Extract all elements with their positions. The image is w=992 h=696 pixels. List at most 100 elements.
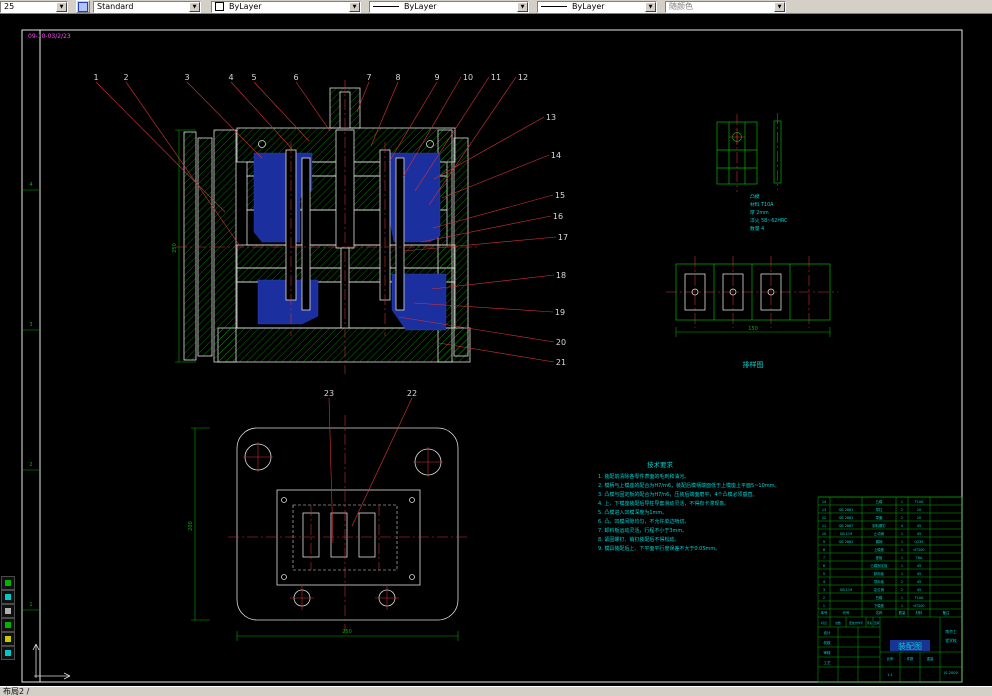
drawing-canvas[interactable]: 4 3 2 1 09-10-03/2/23 250 200 250 凸模 材料 …: [0, 14, 992, 686]
chevron-down-icon[interactable]: ▼: [56, 1, 67, 12]
zone-label: 1: [29, 602, 32, 608]
bom-cell: 45: [917, 524, 921, 528]
tech-req-line: 8. 紧固螺钉、销钉装配后不得松动。: [598, 536, 679, 543]
change-label: 处数: [835, 621, 841, 625]
bom-cell: 1: [901, 556, 903, 560]
dim-lower-width: 250: [342, 629, 352, 635]
bom-cell: GB 119: [840, 588, 853, 592]
bom-cell: 导柱: [876, 507, 883, 512]
dim-strip-width: 150: [748, 326, 758, 332]
bom-cell: 凸模固定板: [871, 563, 889, 568]
drawing-number: JS-2000: [943, 671, 958, 675]
color-icon: [5, 594, 11, 600]
scale-label: 比例: [887, 656, 894, 661]
bom-cell: 45: [917, 564, 921, 568]
side-toolbar-layer-icon[interactable]: [1, 576, 15, 590]
bom-header: 备注: [943, 610, 950, 615]
change-label: 更改文件号: [849, 621, 863, 625]
bom-cell: 下模座: [874, 603, 885, 608]
callout-1: 1: [93, 73, 98, 82]
layout-tab[interactable]: 布局2 /: [3, 687, 29, 696]
chevron-down-icon[interactable]: ▼: [774, 1, 785, 12]
bom-cell: 2: [823, 596, 825, 600]
lineweight-combo[interactable]: ByLayer ▼: [537, 0, 657, 13]
leader-line: [295, 81, 331, 132]
callout-12: 12: [518, 73, 528, 82]
bom-cell: 导套: [876, 515, 883, 520]
strip-layout-view: 150 排样图: [666, 256, 838, 369]
side-toolbar-linetype-icon[interactable]: [1, 604, 15, 618]
bom-cell: 定位销: [874, 587, 885, 592]
top-toolbar: 25 ▼ Standard ▼ ByLayer ▼ ByLayer ▼ ByLa…: [0, 0, 992, 14]
bom-cell: 8: [823, 548, 825, 552]
role-label: 工艺: [823, 660, 831, 665]
bom-cell: 12: [822, 516, 826, 520]
bom-cell: GB 2861: [839, 516, 854, 520]
chevron-down-icon[interactable]: ▼: [517, 1, 528, 12]
bom-cell: 45: [917, 532, 921, 536]
school-name: 南京工: [945, 629, 957, 634]
status-bar: 布局2 /: [0, 686, 992, 696]
side-toolbar-color-icon[interactable]: [1, 590, 15, 604]
ucs-icon: [32, 643, 71, 680]
chevron-down-icon[interactable]: ▼: [189, 1, 200, 12]
text-style-combo[interactable]: Standard ▼: [93, 0, 201, 13]
bom-cell: 20: [917, 516, 921, 520]
text-style-value: Standard: [97, 1, 134, 11]
bom-cell: 1: [901, 548, 903, 552]
chevron-down-icon[interactable]: ▼: [349, 1, 360, 12]
side-toolbar-osnap-icon[interactable]: [1, 618, 15, 632]
side-toolbar-grid-icon[interactable]: [1, 632, 15, 646]
linetype-combo[interactable]: ByLayer ▼: [369, 0, 529, 13]
bom-cell: 模柄: [876, 539, 883, 544]
callout-13: 13: [546, 113, 556, 122]
linetype-icon: [5, 608, 11, 614]
bom-table: 序号 代号 名称 数量 材料 备注 1 下模座 1 HT200 2 凹模 1 T10A 3 GB 119 定位销…: [818, 496, 962, 618]
bom-cell: 2: [901, 508, 903, 512]
detail-note: 凸模: [750, 193, 760, 200]
bom-cell: 45: [917, 572, 921, 576]
bom-cell: GB 2861: [839, 508, 854, 512]
text-style-button[interactable]: [76, 0, 90, 13]
chevron-down-icon[interactable]: ▼: [645, 1, 656, 12]
bom-cell: GB 2867: [839, 524, 854, 528]
detail-note: 数量 4: [750, 225, 764, 232]
zoom-combo[interactable]: 25 ▼: [0, 0, 68, 13]
bom-cell: 45: [917, 580, 921, 584]
callout-7: 7: [366, 73, 371, 82]
callout-6: 6: [293, 73, 298, 82]
bom-cell: 2: [901, 588, 903, 592]
detail-note: 淬火 58~62HRC: [750, 217, 788, 224]
change-label: 日期: [874, 621, 880, 625]
bom-cell: 凸模: [876, 499, 883, 504]
linetype-sample-icon: [373, 6, 399, 7]
bom-cell: 10: [822, 532, 826, 536]
bom-cell: 凹模: [876, 595, 883, 600]
bom-cell: 4: [823, 580, 825, 584]
side-toolbar-ucs-icon[interactable]: [1, 646, 15, 660]
bom-cell: HT200: [913, 604, 924, 608]
lineweight-value: ByLayer: [572, 1, 605, 11]
tech-requirements: 技术要求 1. 装配前清除各零件表面的毛刺和油污。 2. 模柄与上模座的配合为H…: [598, 460, 780, 552]
bom-cell: HT200: [913, 548, 924, 552]
bom-cell: 13: [822, 508, 826, 512]
callout-9: 9: [434, 73, 439, 82]
callout-23: 23: [324, 389, 334, 398]
bom-cell: GB 119: [840, 532, 853, 536]
school-cell: 南京工程学校: [945, 629, 957, 643]
detail-note: 材料 T10A: [750, 201, 774, 208]
drawing-area[interactable]: 4 3 2 1 09-10-03/2/23 250 200 250 凸模 材料 …: [0, 14, 992, 686]
color-value: ByLayer: [229, 1, 262, 11]
dim-main-height: 250: [172, 243, 178, 253]
ucs-icon: [5, 650, 11, 656]
change-label: 签名: [867, 621, 873, 625]
bom-cell: 卸料板: [874, 571, 885, 576]
bom-header: 序号: [821, 610, 828, 615]
tech-req-line: 4. 上、下模座装配后导柱导套滑动灵活，不得有卡滞现象。: [598, 500, 729, 507]
callout-8: 8: [395, 73, 400, 82]
color-combo[interactable]: ByLayer ▼: [211, 0, 361, 13]
callout-3: 3: [184, 73, 189, 82]
bom-cell: T10A: [914, 500, 924, 504]
bom-cell: 1: [901, 564, 903, 568]
plot-style-combo[interactable]: 随颜色 ▼: [665, 0, 786, 13]
